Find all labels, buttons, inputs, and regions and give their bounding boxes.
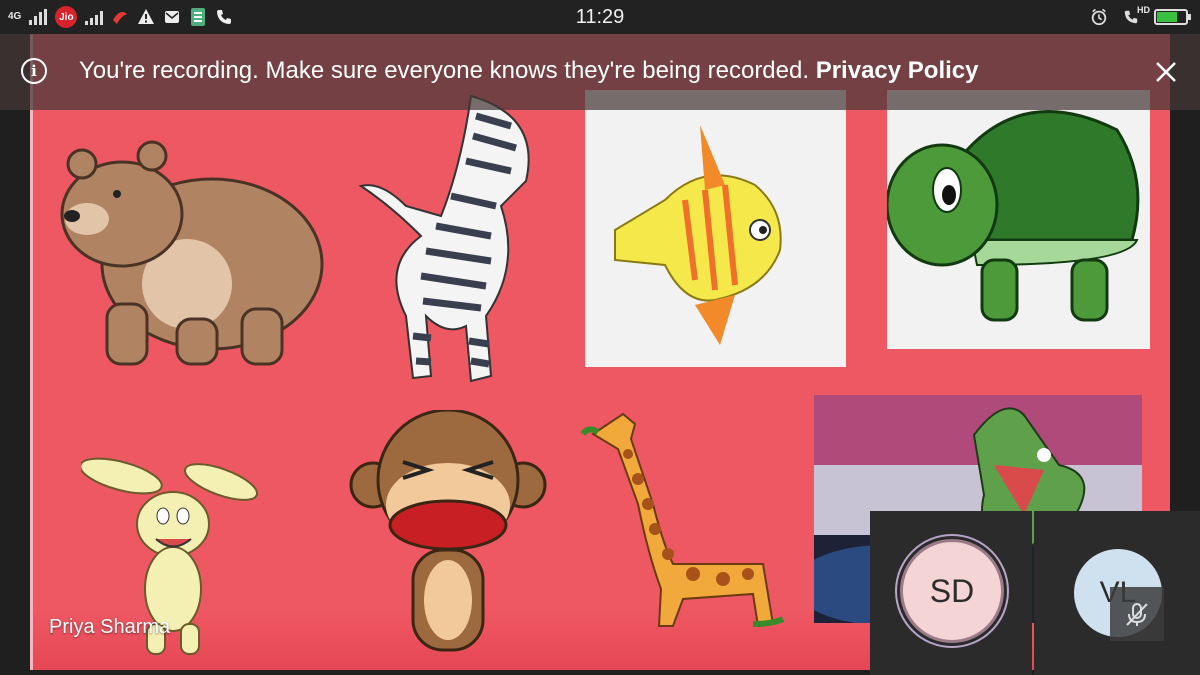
fish-card: [585, 90, 846, 367]
status-time: 11:29: [575, 6, 625, 28]
recording-banner: i You're recording. Make sure everyone k…: [0, 34, 1200, 110]
turtle-card: [885, 90, 1150, 349]
mic-off-icon: [1126, 603, 1148, 626]
fish-illustration: [614, 125, 782, 345]
giraffe-illustration: [580, 412, 785, 628]
participant-tile-sd[interactable]: SD: [870, 511, 1032, 675]
participant-tile-vl[interactable]: VL: [1034, 511, 1200, 675]
status-right: HD: [1090, 5, 1191, 28]
avatar: SD: [900, 539, 1004, 643]
volte-call-icon: HD: [1118, 5, 1150, 26]
turtle-illustration: [885, 110, 1140, 322]
battery-icon: [1154, 9, 1191, 25]
bear-illustration: [60, 140, 324, 366]
zebra-illustration: [358, 94, 530, 383]
close-icon[interactable]: [1152, 58, 1180, 86]
recording-message: You're recording. Make sure everyone kno…: [79, 57, 978, 85]
monkey-illustration: [349, 410, 547, 652]
status-bar: 4G Jio 11:29 HD: [0, 0, 1200, 34]
battery-fill: [1157, 12, 1177, 22]
privacy-policy-link[interactable]: Privacy Policy: [816, 57, 979, 84]
alarm-icon: [1090, 8, 1108, 26]
info-icon[interactable]: i: [21, 58, 47, 84]
recording-text: You're recording. Make sure everyone kno…: [79, 57, 810, 84]
muted-badge: [1110, 587, 1164, 641]
hd-label: HD: [1137, 5, 1150, 15]
presenter-name: Priya Sharma: [49, 616, 171, 638]
